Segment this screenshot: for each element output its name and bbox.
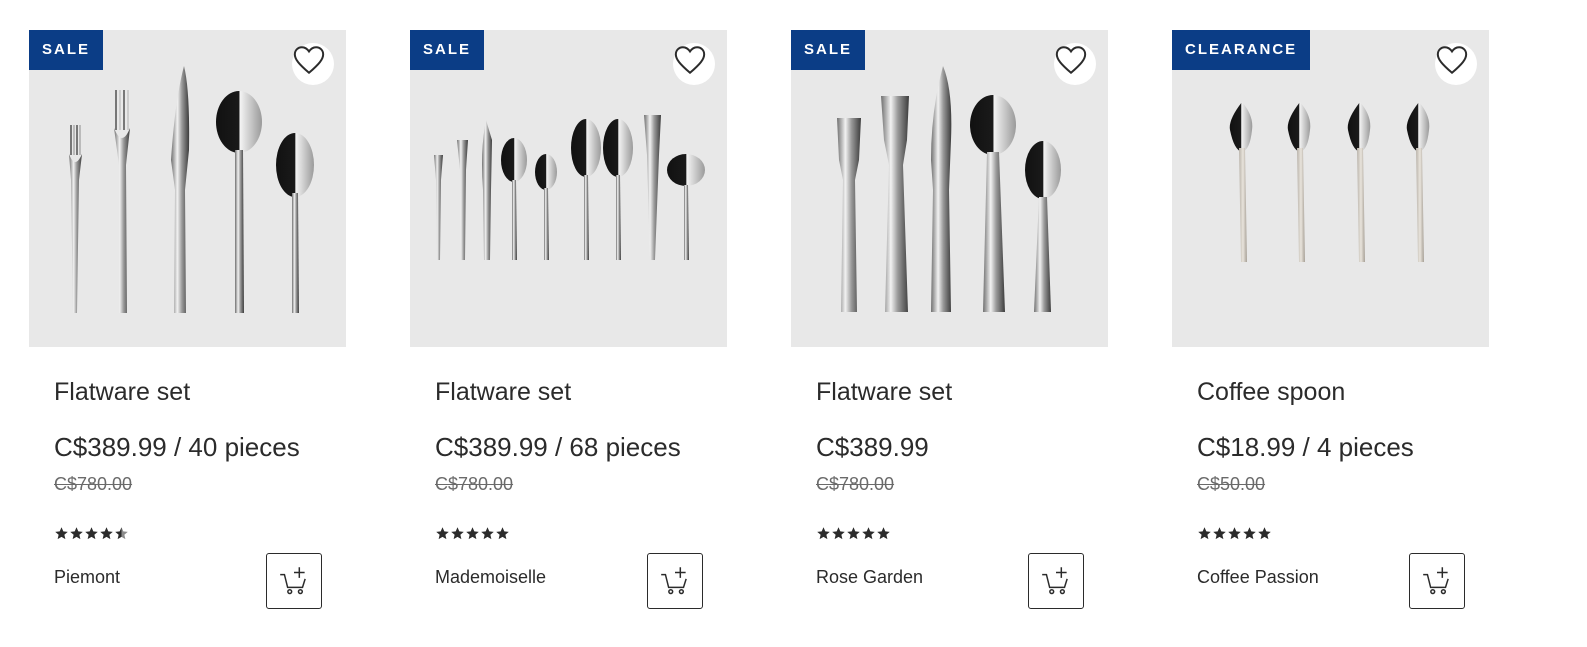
cart-plus-icon xyxy=(1042,567,1068,595)
wishlist-button[interactable] xyxy=(673,43,715,85)
star-rating xyxy=(816,526,891,544)
heart-icon xyxy=(1055,46,1087,75)
star-icon xyxy=(817,527,830,540)
product-card[interactable]: CLEARANCE Coffee spoon C$18.99 / 4 piece… xyxy=(1172,30,1489,630)
product-collection: Rose Garden xyxy=(816,567,924,587)
star-icon xyxy=(436,527,449,540)
product-price: C$18.99 / 4 pieces xyxy=(1197,432,1414,462)
cart-plus-icon xyxy=(280,567,306,595)
add-to-cart-button[interactable] xyxy=(1028,553,1084,609)
product-title[interactable]: Flatware set xyxy=(816,378,952,407)
heart-icon xyxy=(293,46,325,75)
star-rating xyxy=(54,526,129,544)
add-to-cart-button[interactable] xyxy=(266,553,322,609)
star-icon xyxy=(847,527,860,540)
product-image[interactable]: SALE xyxy=(29,30,346,347)
product-image[interactable]: SALE xyxy=(410,30,727,347)
star-rating xyxy=(1197,526,1272,544)
star-icon xyxy=(877,527,890,540)
wishlist-button[interactable] xyxy=(1435,43,1477,85)
product-collection: Mademoiselle xyxy=(435,567,547,587)
clearance-badge: CLEARANCE xyxy=(1172,30,1311,70)
product-title[interactable]: Flatware set xyxy=(54,378,190,407)
star-icon xyxy=(481,527,494,540)
product-card[interactable]: SALE Flatware set C$389.99 / 40 pieces C… xyxy=(29,30,346,630)
product-image[interactable]: CLEARANCE xyxy=(1172,30,1489,347)
star-icon xyxy=(100,527,113,540)
product-collection: Coffee Passion xyxy=(1197,567,1319,587)
star-icon xyxy=(862,527,875,540)
star-icon xyxy=(496,527,509,540)
wishlist-button[interactable] xyxy=(1054,43,1096,85)
product-title[interactable]: Flatware set xyxy=(435,378,571,407)
star-icon xyxy=(1198,527,1211,540)
star-icon xyxy=(451,527,464,540)
star-icon xyxy=(55,527,68,540)
add-to-cart-button[interactable] xyxy=(1409,553,1465,609)
star-icon xyxy=(85,527,98,540)
heart-icon xyxy=(674,46,706,75)
star-icon xyxy=(832,527,845,540)
product-title[interactable]: Coffee spoon xyxy=(1197,378,1345,407)
star-half-icon xyxy=(115,527,128,540)
product-price: C$389.99 / 40 pieces xyxy=(54,432,300,462)
product-image[interactable]: SALE xyxy=(791,30,1108,347)
original-price: C$780.00 xyxy=(816,474,895,494)
sale-badge: SALE xyxy=(29,30,104,70)
star-icon xyxy=(1243,527,1256,540)
star-icon xyxy=(466,527,479,540)
star-icon xyxy=(70,527,83,540)
sale-badge: SALE xyxy=(791,30,866,70)
original-price: C$50.00 xyxy=(1197,474,1266,494)
product-card[interactable]: SALE Flatware set C$389.99 C$780.00 Rose… xyxy=(791,30,1108,630)
heart-icon xyxy=(1436,46,1468,75)
star-icon xyxy=(1258,527,1271,540)
product-card[interactable]: SALE Flatware set C$389.99 / 68 pieces C… xyxy=(410,30,727,630)
product-price: C$389.99 xyxy=(816,432,929,462)
cart-plus-icon xyxy=(1423,567,1449,595)
add-to-cart-button[interactable] xyxy=(647,553,703,609)
star-rating xyxy=(435,526,510,544)
sale-badge: SALE xyxy=(410,30,485,70)
product-price: C$389.99 / 68 pieces xyxy=(435,432,681,462)
star-icon xyxy=(1228,527,1241,540)
original-price: C$780.00 xyxy=(54,474,133,494)
star-icon xyxy=(1213,527,1226,540)
wishlist-button[interactable] xyxy=(292,43,334,85)
product-collection: Piemont xyxy=(54,567,121,587)
original-price: C$780.00 xyxy=(435,474,514,494)
cart-plus-icon xyxy=(661,567,687,595)
